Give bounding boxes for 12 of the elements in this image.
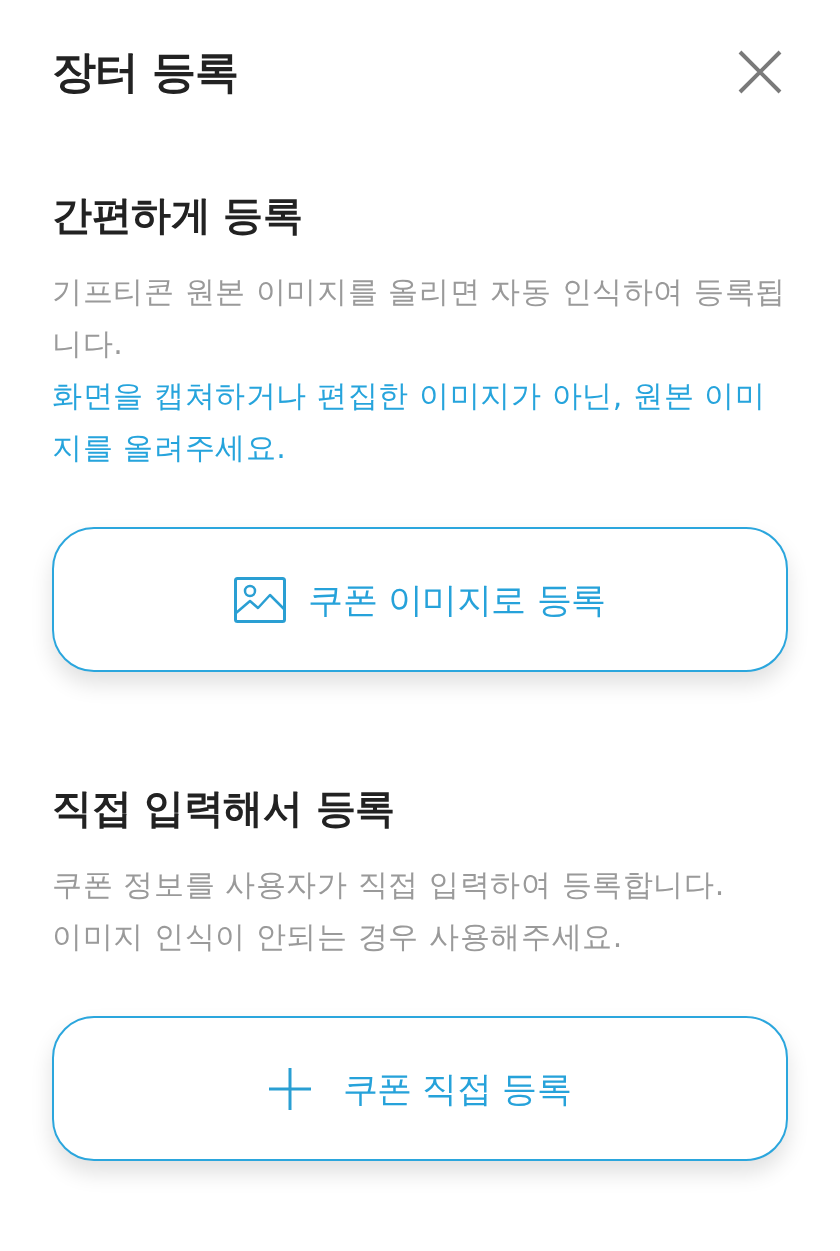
section-heading: 직접 입력해서 등록 bbox=[52, 784, 396, 833]
plus-icon bbox=[268, 1067, 311, 1110]
picture-icon bbox=[234, 576, 287, 623]
page-title: 장터 등록 bbox=[52, 45, 239, 99]
manual-register-button[interactable]: 쿠폰 직접 등록 bbox=[52, 1016, 788, 1161]
section-heading: 간편하게 등록 bbox=[52, 191, 304, 240]
notice-text: 화면을 캡쳐하거나 편집한 이미지가 아닌, 원본 이미지를 올려주세요. bbox=[52, 377, 767, 467]
description-text: 쿠폰 정보를 사용자가 직접 입력하여 등록합니다. bbox=[52, 866, 726, 904]
image-register-button[interactable]: 쿠폰 이미지로 등록 bbox=[52, 527, 788, 672]
description-text: 기프티콘 원본 이미지를 올리면 자동 인식하여 등록됩니다. bbox=[52, 273, 788, 363]
description-text: 이미지 인식이 안되는 경우 사용해주세요. bbox=[52, 918, 624, 956]
close-icon[interactable] bbox=[738, 50, 782, 94]
